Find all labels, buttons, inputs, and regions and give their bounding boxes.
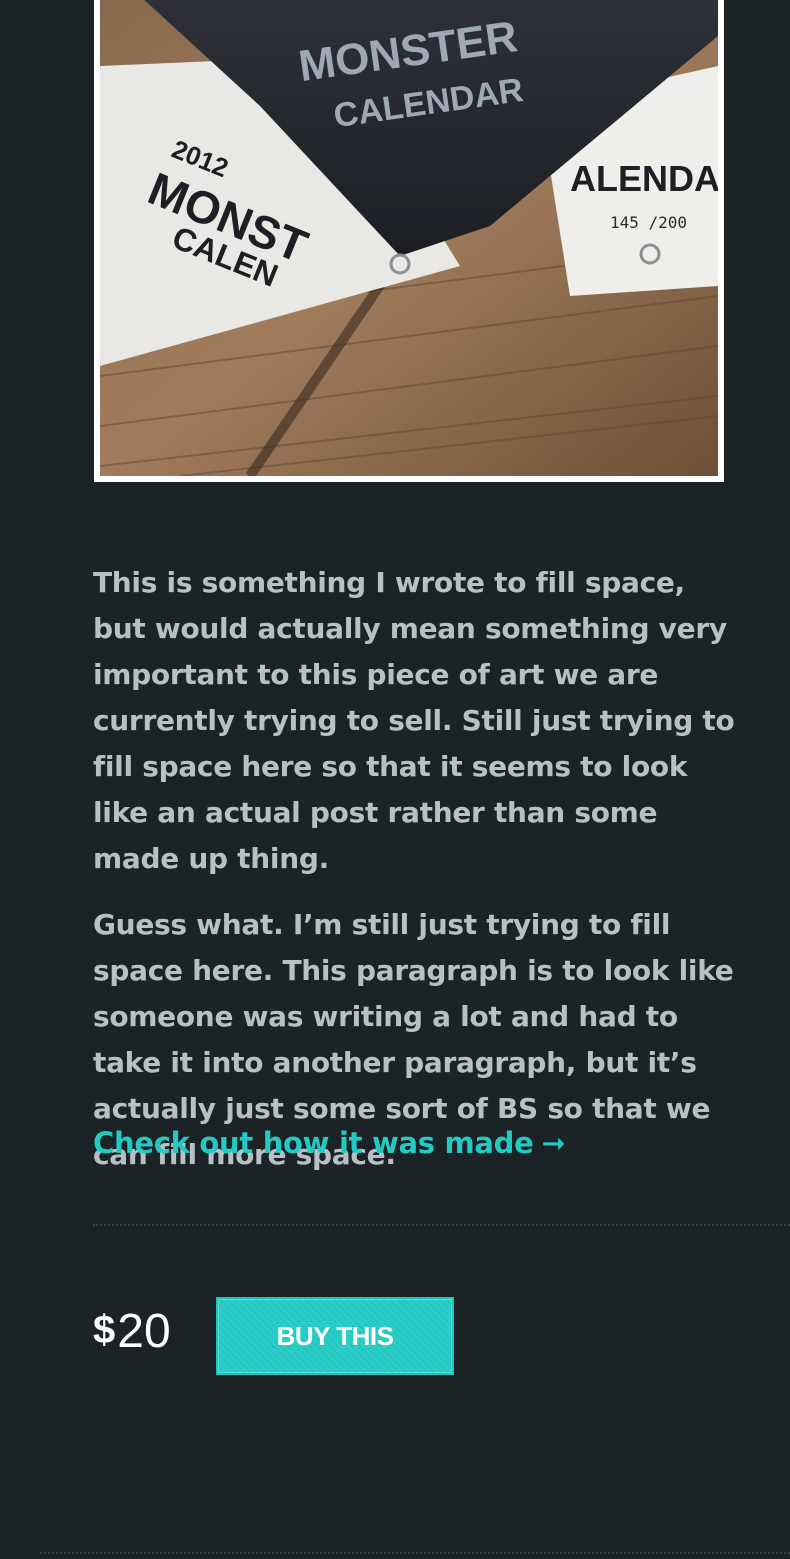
- price-currency: $: [93, 1308, 116, 1352]
- right-card-title: ALENDA: [570, 158, 718, 199]
- buy-button[interactable]: BUY THIS: [216, 1297, 454, 1375]
- right-card-edition: 145 /200: [610, 213, 687, 232]
- price-amount: 20: [117, 1305, 171, 1358]
- section-divider: [93, 1224, 790, 1226]
- product-photo: MONSTER CALENDAR 2012 MONST CALEN ALENDA…: [94, 0, 724, 482]
- product-page: MONSTER CALENDAR 2012 MONST CALEN ALENDA…: [0, 0, 790, 1559]
- made-link-label: Check out how it was made: [93, 1126, 534, 1160]
- price: $20: [93, 1298, 171, 1364]
- arrow-right-icon: ➞: [541, 1126, 566, 1160]
- how-it-was-made-link[interactable]: Check out how it was made ➞: [93, 1120, 566, 1166]
- product-description: This is something I wrote to fill space,…: [93, 560, 743, 1198]
- description-paragraph-1: This is something I wrote to fill space,…: [93, 566, 735, 875]
- footer-divider: [40, 1552, 790, 1554]
- monster-calendar-photo: MONSTER CALENDAR 2012 MONST CALEN ALENDA…: [100, 0, 718, 476]
